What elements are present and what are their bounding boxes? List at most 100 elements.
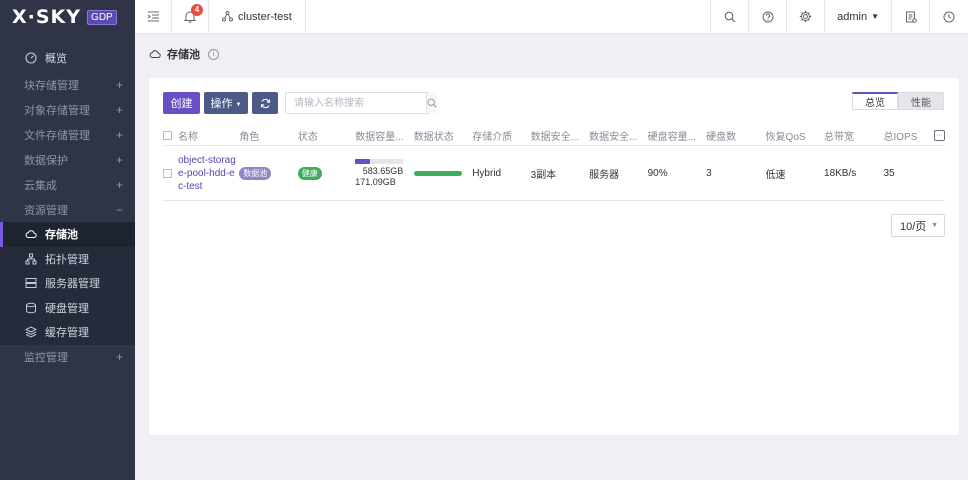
clock-icon xyxy=(943,11,955,22)
cell-name: object-storage-pool-hdd-ec-test xyxy=(163,154,239,193)
help-button[interactable] xyxy=(749,0,788,34)
cloud-icon xyxy=(149,50,161,58)
sidebar-group-label: 资源管理 xyxy=(24,204,68,217)
expand-icon: + xyxy=(115,102,123,117)
sidebar-group-monitoring[interactable]: 监控管理 + xyxy=(0,345,135,370)
column-status[interactable]: 状态 xyxy=(298,128,355,143)
page-title: 存储池 xyxy=(167,49,200,61)
cell-disk-capacity: 90% xyxy=(647,167,668,179)
column-disk-capacity[interactable]: 硬盘容量... xyxy=(648,128,706,143)
select-all-checkbox[interactable] xyxy=(163,131,172,140)
sidebar-group-block-storage[interactable]: 块存储管理 + xyxy=(0,72,135,97)
sidebar-item-label: 硬盘管理 xyxy=(45,302,89,315)
pool-name-link[interactable]: object-storage-pool-hdd-ec-test xyxy=(178,154,239,193)
sidebar-group-label: 云集成 xyxy=(24,179,57,192)
storage-pool-table: 名称 角色 状态 数据容量... 数据状态 存储介质 数据安全... 数据安全.… xyxy=(163,126,945,201)
sidebar-group-object-storage[interactable]: 对象存储管理 + xyxy=(0,97,135,122)
cluster-name: cluster-test xyxy=(238,10,292,23)
sidebar-group-label: 文件存储管理 xyxy=(24,129,90,142)
capacity-used: 583.65GB xyxy=(362,165,404,176)
cell-recovery-qos: 低速 xyxy=(765,169,786,181)
cell-disk-count: 3 xyxy=(706,167,712,179)
top-bar: 4 cluster-test admin ▼ xyxy=(135,0,968,34)
history-button[interactable] xyxy=(930,0,968,34)
sidebar-item-overview[interactable]: 概览 xyxy=(0,44,135,72)
sidebar-item-label: 存储池 xyxy=(45,229,78,242)
more-columns-icon[interactable]: ··· xyxy=(933,130,945,141)
cell-data-capacity: 583.65GB 171.09GB xyxy=(355,158,413,188)
sidebar-item-storage-pool[interactable]: 存储池 xyxy=(0,222,135,247)
search-button[interactable] xyxy=(426,93,437,113)
search-icon xyxy=(724,11,736,22)
sidebar-item-topology[interactable]: 拓扑管理 xyxy=(0,246,135,271)
collapse-menu-button[interactable] xyxy=(135,0,172,34)
row-checkbox[interactable] xyxy=(163,168,172,178)
notification-count-badge: 4 xyxy=(191,3,203,16)
column-data-security-1[interactable]: 数据安全... xyxy=(531,128,589,143)
cell-storage-media: Hybrid xyxy=(472,167,502,179)
brand-logo[interactable]: X·SKY GDP xyxy=(0,0,135,34)
expand-icon: + xyxy=(115,350,123,364)
page-size-select[interactable]: 10/页 ▼ xyxy=(891,214,945,237)
operations-label: 操作 xyxy=(210,98,233,110)
sidebar-item-cache[interactable]: 缓存管理 xyxy=(0,320,135,345)
sidebar-nav: 概览 块存储管理 + 对象存储管理 + 文件存储管理 + 数据保护 + 云集成 … xyxy=(0,44,135,370)
tab-overview[interactable]: 总览 xyxy=(852,92,898,110)
column-settings: ··· xyxy=(929,130,945,141)
sidebar-group-cloud-integration[interactable]: 云集成 + xyxy=(0,172,135,197)
global-search-button[interactable] xyxy=(711,0,750,34)
column-bandwidth[interactable]: 总带宽 xyxy=(824,128,883,143)
sidebar-item-servers[interactable]: 服务器管理 xyxy=(0,271,135,296)
sidebar: X·SKY GDP 概览 块存储管理 + 对象存储管理 + 文件存储管理 + 数… xyxy=(0,0,135,480)
column-header-label[interactable]: 名称 xyxy=(178,128,198,143)
collapse-icon: − xyxy=(115,202,123,217)
expand-icon: + xyxy=(115,127,123,142)
column-iops[interactable]: 总IOPS xyxy=(883,128,929,143)
cell-status: 健康 xyxy=(297,166,355,180)
column-data-security-2[interactable]: 数据安全... xyxy=(589,128,647,143)
cluster-selector[interactable]: cluster-test xyxy=(209,0,306,34)
sidebar-group-label: 数据保护 xyxy=(24,154,68,167)
create-button[interactable]: 创建 xyxy=(163,92,200,114)
cell-bandwidth: 18KB/s xyxy=(824,167,857,179)
expand-icon: + xyxy=(115,77,123,92)
settings-button[interactable] xyxy=(787,0,826,34)
tasks-button[interactable] xyxy=(892,0,930,34)
storage-pool-panel: 创建 操作 ▼ 总览 性能 名称 角色 状态 数据容量... 数据状态 xyxy=(149,78,959,435)
column-role[interactable]: 角色 xyxy=(239,128,297,143)
capacity-info: 583.65GB 171.09GB xyxy=(355,158,413,188)
topology-icon xyxy=(24,252,37,265)
gear-icon xyxy=(799,10,812,23)
cluster-icon xyxy=(222,11,233,22)
cell-data-security-2: 服务器 xyxy=(589,169,620,181)
sidebar-group-resource-management[interactable]: 资源管理 − xyxy=(0,197,135,222)
help-icon xyxy=(762,11,774,22)
notifications-button[interactable]: 4 xyxy=(172,0,209,34)
search-box xyxy=(285,92,437,114)
dashboard-icon xyxy=(24,52,37,65)
sidebar-item-label: 概览 xyxy=(45,53,67,65)
tab-performance[interactable]: 性能 xyxy=(898,92,944,110)
operations-dropdown[interactable]: 操作 ▼ xyxy=(204,92,248,114)
server-icon xyxy=(24,277,37,290)
refresh-button[interactable] xyxy=(252,92,278,114)
table-row: object-storage-pool-hdd-ec-test 数据池 健康 5… xyxy=(163,146,945,201)
capacity-bar-fill xyxy=(355,158,370,164)
toolbar: 创建 操作 ▼ xyxy=(163,92,437,114)
info-icon[interactable]: i xyxy=(208,48,219,60)
user-menu[interactable]: admin ▼ xyxy=(825,0,892,34)
cache-layers-icon xyxy=(24,326,37,339)
role-badge: 数据池 xyxy=(239,166,272,180)
column-data-capacity[interactable]: 数据容量... xyxy=(355,128,413,143)
view-tabs: 总览 性能 xyxy=(852,92,944,110)
column-data-status[interactable]: 数据状态 xyxy=(414,128,472,143)
sidebar-group-data-protection[interactable]: 数据保护 + xyxy=(0,147,135,172)
column-disk-count[interactable]: 硬盘数 xyxy=(706,128,765,143)
column-storage-media[interactable]: 存储介质 xyxy=(472,128,530,143)
sidebar-item-disks[interactable]: 硬盘管理 xyxy=(0,295,135,320)
task-list-icon xyxy=(905,11,917,23)
sidebar-group-label: 对象存储管理 xyxy=(24,104,90,117)
column-recovery-qos[interactable]: 恢复QoS xyxy=(766,128,824,143)
search-input[interactable] xyxy=(286,93,426,113)
sidebar-group-file-storage[interactable]: 文件存储管理 + xyxy=(0,122,135,147)
